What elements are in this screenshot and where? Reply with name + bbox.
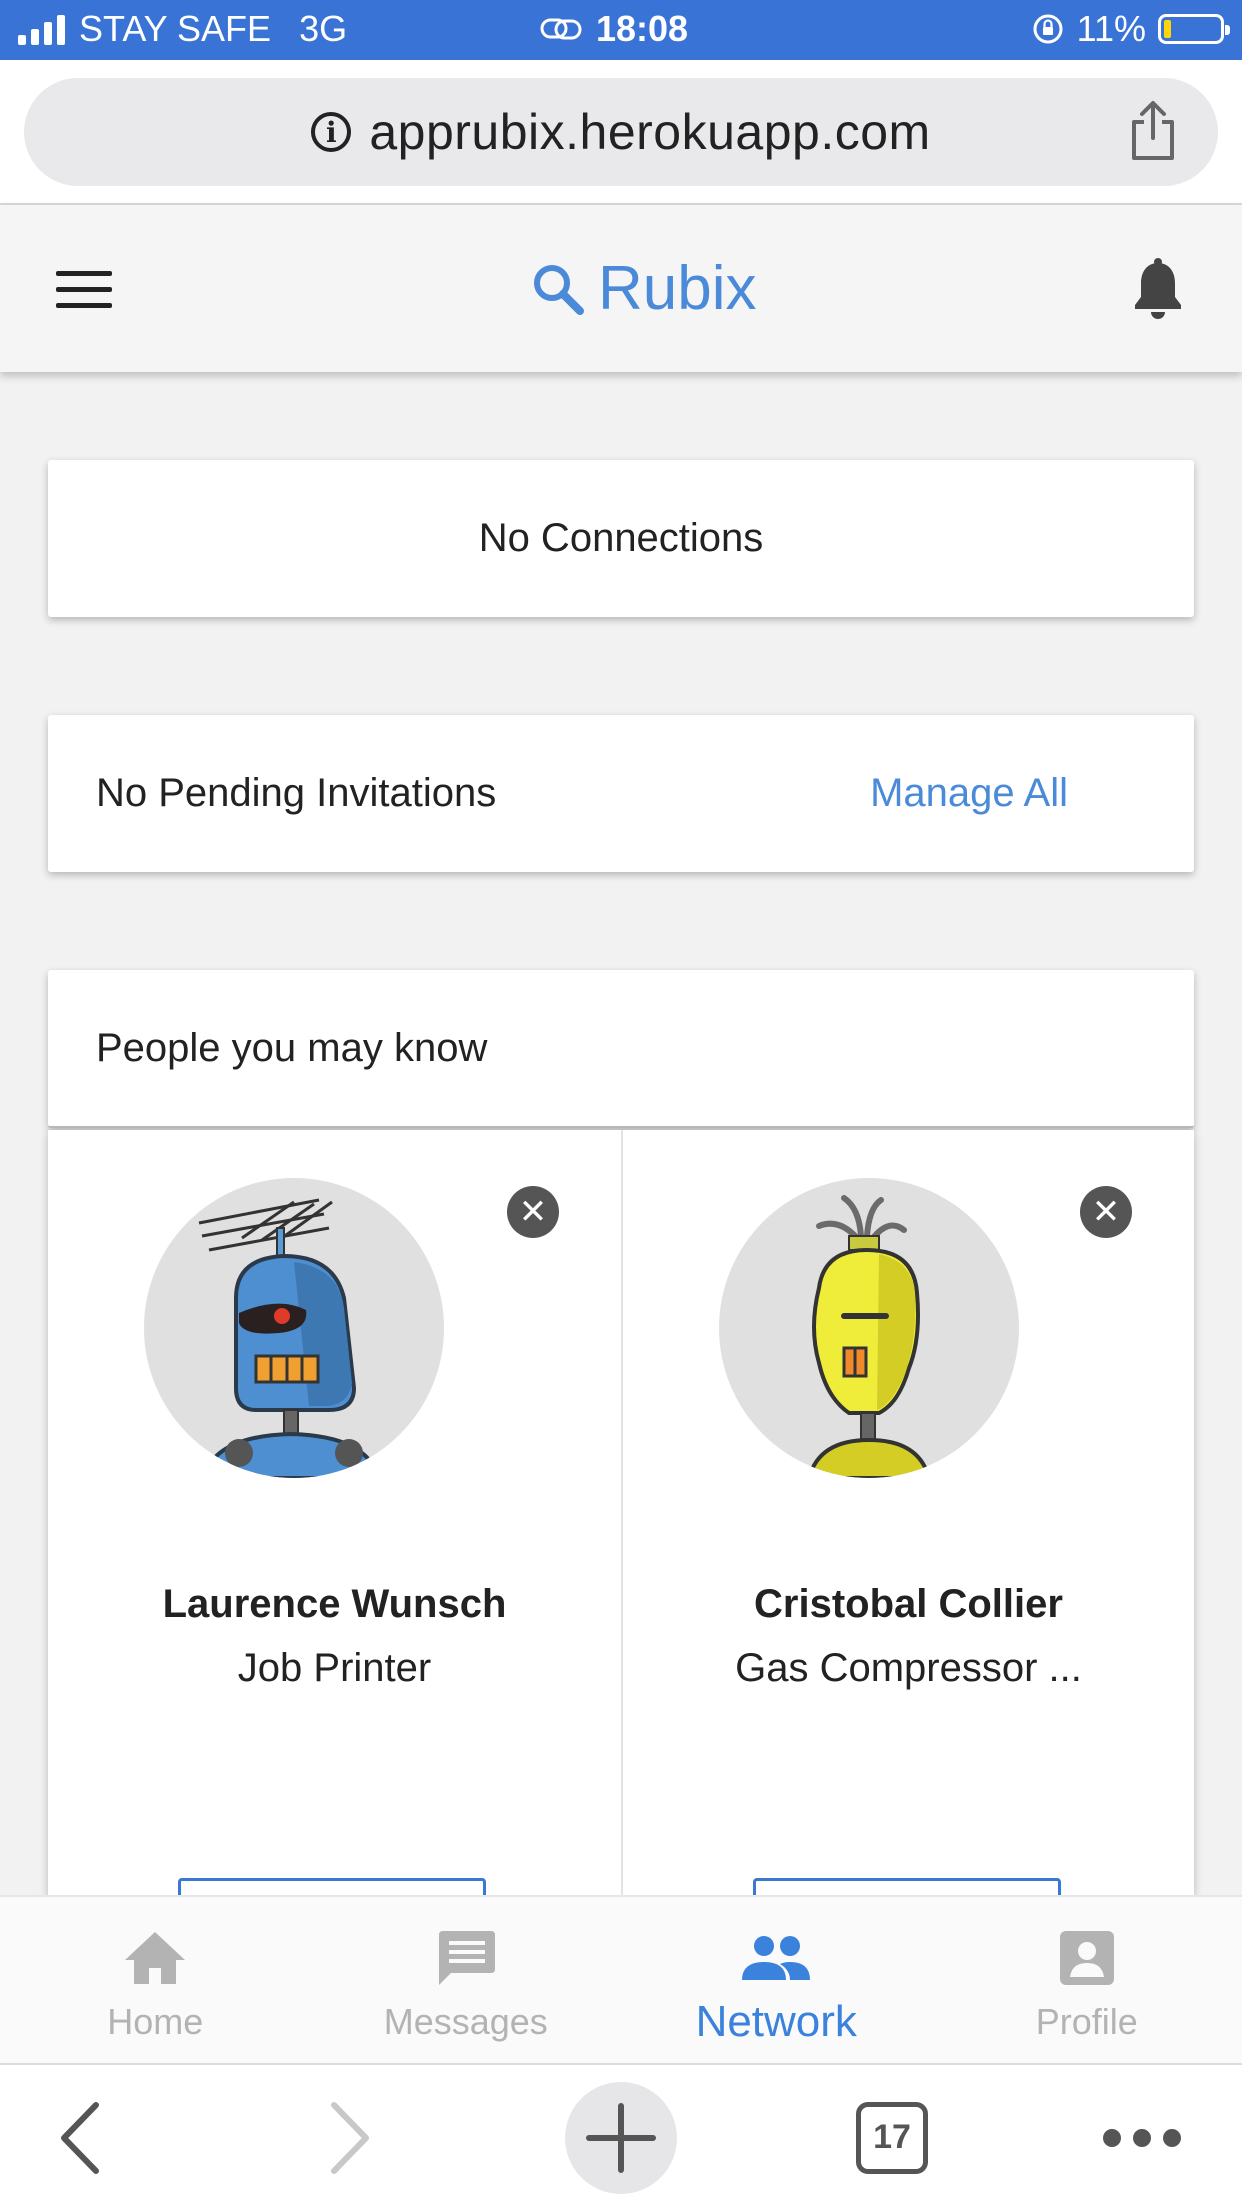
- browser-url-area: i apprubix.herokuapp.com: [0, 60, 1242, 205]
- nav-home[interactable]: Home: [0, 1897, 311, 2063]
- message-icon: [438, 1931, 495, 1985]
- status-center: 18:08: [540, 8, 688, 50]
- notification-bell-icon[interactable]: [1132, 257, 1184, 321]
- status-bar: STAY SAFE 3G 18:08 11%: [0, 0, 1242, 60]
- person-name[interactable]: Laurence Wunsch: [48, 1582, 621, 1627]
- bottom-nav: Home Messages Network Profile: [0, 1895, 1242, 2063]
- person-title: Gas Compressor ...: [735, 1646, 1082, 1690]
- plus-icon: [586, 2102, 656, 2173]
- more-menu-button[interactable]: [1100, 2065, 1184, 2208]
- nav-profile[interactable]: Profile: [932, 1897, 1242, 2063]
- status-left: STAY SAFE 3G: [18, 8, 347, 50]
- people-icon: [742, 1936, 811, 1980]
- dismiss-close-icon[interactable]: ✕: [1080, 1186, 1132, 1238]
- person-card[interactable]: ✕ Cristobal Collier Gas Compressor ...: [621, 1130, 1194, 1895]
- connections-status: No Connections: [478, 516, 764, 560]
- avatar[interactable]: [144, 1178, 444, 1478]
- url-text[interactable]: apprubix.herokuapp.com: [369, 103, 930, 161]
- nav-network-label: Network: [695, 1997, 857, 2046]
- nav-profile-label: Profile: [1035, 2001, 1138, 2042]
- person-name[interactable]: Cristobal Collier: [623, 1582, 1194, 1627]
- carrier-label: STAY SAFE: [79, 8, 272, 49]
- invitations-card: No Pending Invitations Manage All: [48, 715, 1194, 872]
- share-icon[interactable]: [1128, 100, 1178, 162]
- search-icon: [534, 264, 584, 315]
- people-suggestions: ✕ Laurence Wunsch Job Printer ✕ Cristoba…: [48, 1130, 1194, 1895]
- nav-network[interactable]: Network: [621, 1897, 932, 2063]
- person-card[interactable]: ✕ Laurence Wunsch Job Printer: [48, 1130, 621, 1895]
- nav-home-label: Home: [107, 2001, 204, 2042]
- tabs-button[interactable]: 17: [856, 2065, 928, 2208]
- battery-label: 11%: [1076, 8, 1146, 49]
- avatar[interactable]: [719, 1178, 1019, 1478]
- dismiss-close-icon[interactable]: ✕: [507, 1186, 559, 1238]
- nav-messages-label: Messages: [383, 2001, 548, 2042]
- robot-blue-avatar-icon: [198, 1198, 381, 1478]
- manage-all-link[interactable]: Manage All: [870, 771, 1068, 816]
- brand-logo[interactable]: Rubix: [530, 253, 757, 324]
- network-label: 3G: [299, 8, 348, 49]
- nav-messages[interactable]: Messages: [311, 1897, 622, 2063]
- browser-toolbar: 17: [0, 2063, 1242, 2208]
- info-icon[interactable]: i: [311, 112, 352, 152]
- connect-button[interactable]: [178, 1878, 486, 1895]
- robot-yellow-avatar-icon: [806, 1195, 932, 1478]
- signal-icon: [18, 13, 65, 45]
- chevron-right-icon: [331, 2101, 369, 2174]
- chevron-left-icon: [61, 2101, 99, 2174]
- hamburger-menu-icon[interactable]: [56, 271, 112, 308]
- connections-card: No Connections: [48, 460, 1194, 617]
- home-icon: [125, 1932, 186, 1984]
- people-card-header: People you may know: [48, 970, 1194, 1128]
- time-label: 18:08: [596, 8, 689, 49]
- forward-button[interactable]: [310, 2065, 390, 2208]
- new-tab-button[interactable]: [564, 2065, 678, 2208]
- back-button[interactable]: [40, 2065, 120, 2208]
- people-heading: People you may know: [96, 1026, 488, 1070]
- url-bar[interactable]: i apprubix.herokuapp.com: [24, 78, 1218, 186]
- status-right: 11%: [1031, 8, 1230, 50]
- link-icon: [540, 18, 582, 40]
- battery-icon: [1158, 14, 1230, 44]
- invitations-status: No Pending Invitations: [96, 771, 497, 815]
- tab-count: 17: [856, 2101, 928, 2174]
- more-dots-icon: [1103, 2128, 1181, 2147]
- account-box-icon: [1059, 1931, 1114, 1985]
- app-header: Rubix: [0, 205, 1242, 372]
- person-title: Job Printer: [237, 1646, 432, 1690]
- rotation-lock-icon: [1033, 14, 1063, 44]
- connect-button[interactable]: [753, 1878, 1061, 1895]
- brand-name: Rubix: [598, 254, 757, 323]
